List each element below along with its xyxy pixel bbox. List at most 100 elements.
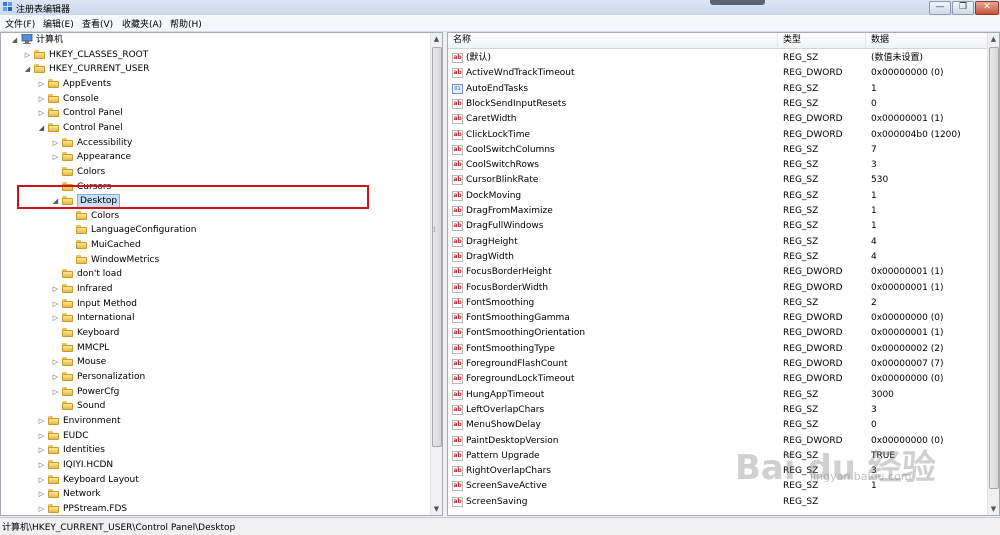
value-row[interactable]: ab RightOverlapChars REG_SZ 3 [448,464,989,479]
tree-scrollbar[interactable]: ▲ ▼ [430,33,442,515]
collapse-arrow-icon[interactable]: ◢ [23,62,32,76]
expand-arrow-icon[interactable]: ▷ [37,458,46,472]
value-row[interactable]: ab FontSmoothingType REG_DWORD 0x00000002 (… [448,342,989,357]
value-row[interactable]: ab ActiveWndTrackTimeout REG_DWORD 0x000000… [448,66,989,81]
expand-arrow-icon[interactable]: ▷ [51,311,60,325]
value-data: 1 [871,83,877,94]
value-row[interactable]: ab CoolSwitchRows REG_SZ 3 [448,158,989,173]
value-row[interactable]: ab FontSmoothingOrientation REG_DWORD 0x000… [448,326,989,341]
value-row[interactable]: ab ScreenSaveActive REG_SZ 1 [448,479,989,494]
tree-node-label: Colors [77,166,106,177]
expand-arrow-icon[interactable]: ▷ [37,414,46,428]
value-row[interactable]: ab (默认) REG_SZ (数值未设置) [448,51,989,66]
menu-view[interactable]: 查看(V) [82,17,113,30]
expand-arrow-icon[interactable]: ▷ [37,473,46,487]
value-data: (数值未设置) [871,53,924,63]
folder-icon [48,93,59,103]
scroll-up-arrow-icon[interactable]: ▲ [431,33,442,45]
value-type: REG_SZ [783,420,819,431]
column-type-header[interactable]: 类型 [778,33,866,48]
expand-arrow-icon[interactable]: ▷ [37,106,46,120]
folder-icon [48,489,59,499]
scroll-down-arrow-icon[interactable]: ▼ [431,503,442,515]
close-button[interactable]: ✕ [975,1,999,15]
value-row[interactable]: ab FontSmoothing REG_SZ 2 [448,296,989,311]
string-value-icon: ab [452,343,463,354]
value-row[interactable]: ab ClickLockTime REG_DWORD 0x000004b0 (1200… [448,128,989,143]
expand-arrow-icon[interactable]: ▷ [51,385,60,399]
collapse-arrow-icon[interactable]: ◢ [10,33,19,47]
expand-arrow-icon[interactable]: ▷ [37,77,46,91]
list-scroll-thumb[interactable] [989,47,999,489]
value-row[interactable]: ab FocusBorderHeight REG_DWORD 0x00000001 (… [448,265,989,280]
expand-arrow-icon[interactable]: ▷ [51,150,60,164]
minimize-button[interactable]: — [929,1,951,15]
value-row[interactable]: ab Pattern Upgrade REG_SZ TRUE [448,449,989,464]
value-row[interactable]: ab PaintDesktopVersion REG_DWORD 0x00000000… [448,434,989,449]
tree-node-label: Keyboard Layout [63,474,139,485]
folder-icon [48,445,59,455]
value-row[interactable]: ab ScreenSaving REG_SZ [448,495,989,510]
value-row[interactable]: ab BlockSendInputResets REG_SZ 0 [448,97,989,112]
expand-arrow-icon[interactable]: ▷ [37,443,46,457]
value-row[interactable]: ab DragHeight REG_SZ 4 [448,235,989,250]
expand-arrow-icon[interactable]: ▷ [51,297,60,311]
value-row[interactable]: ab MenuShowDelay REG_SZ 0 [448,418,989,433]
value-row[interactable]: ab DragFromMaximize REG_SZ 1 [448,204,989,219]
value-row[interactable]: ab CursorBlinkRate REG_SZ 530 [448,173,989,188]
value-row[interactable]: ab ForegroundLockTimeout REG_DWORD 0x000000… [448,372,989,387]
value-row[interactable]: ab FocusBorderWidth REG_DWORD 0x00000001 (1… [448,281,989,296]
tree-scroll-thumb[interactable] [432,47,442,447]
collapse-arrow-icon[interactable]: ◢ [37,121,46,135]
menu-help[interactable]: 帮助(H) [170,17,202,30]
expand-arrow-icon[interactable]: ▷ [51,370,60,384]
value-row[interactable]: ab LeftOverlapChars REG_SZ 3 [448,403,989,418]
expand-arrow-icon[interactable]: ▷ [37,487,46,501]
tree-node-label: Colors [91,210,120,221]
list-scrollbar[interactable]: ▲ ▼ [987,33,999,515]
pane-splitter[interactable]: ⁞ [433,225,436,234]
value-row[interactable]: ab DragWidth REG_SZ 4 [448,250,989,265]
menu-favorites[interactable]: 收藏夹(A) [122,17,162,30]
expand-arrow-icon[interactable]: ▷ [51,136,60,150]
value-row[interactable]: ab FontSmoothingGamma REG_DWORD 0x00000000 … [448,311,989,326]
list-header: 名称 类型 数据 [448,33,989,49]
value-row[interactable]: ab HungAppTimeout REG_SZ 3000 [448,388,989,403]
value-row[interactable]: ab ForegroundFlashCount REG_DWORD 0x0000000… [448,357,989,372]
value-data: 0 [871,420,877,431]
menu-bar: 文件(F) 编辑(E) 查看(V) 收藏夹(A) 帮助(H) [0,15,1000,32]
values-list[interactable]: 名称 类型 数据 ab (默认) REG_SZ (数值未设置) ab ActiveWndT… [447,32,1000,516]
value-type: REG_SZ [783,236,819,247]
tree-node-label: Environment [63,415,121,426]
expand-arrow-icon[interactable]: ▷ [23,48,32,62]
column-name-header[interactable]: 名称 [448,33,778,48]
value-row[interactable]: ab DockMoving REG_SZ 1 [448,189,989,204]
expand-arrow-icon[interactable]: ▷ [37,429,46,443]
value-row[interactable]: ab CoolSwitchColumns REG_SZ 7 [448,143,989,158]
menu-edit[interactable]: 编辑(E) [43,17,74,30]
tree-node-label: Infrared [77,284,113,295]
expand-arrow-icon[interactable]: ▷ [51,282,60,296]
value-row[interactable]: ab DragFullWindows REG_SZ 1 [448,219,989,234]
registry-tree[interactable]: ◢ 计算机 ▷ HKEY_CLASSES_ROOT ◢ HKEY_CURRENT_USER… [0,32,443,516]
expand-arrow-icon[interactable]: ▷ [51,355,60,369]
value-row[interactable]: 01 AutoEndTasks REG_SZ 1 [448,82,989,97]
value-type: REG_SZ [783,206,819,216]
tree-node-label: Accessibility [77,137,133,148]
tree-node-label: Control Panel [63,108,123,119]
expand-arrow-icon[interactable]: ▷ [37,92,46,106]
value-data: 0x00000001 (1) [871,114,944,125]
value-name: RightOverlapChars [466,466,551,477]
value-row[interactable]: ab CaretWidth REG_DWORD 0x00000001 (1) [448,112,989,127]
value-name: FocusBorderWidth [466,282,549,293]
menu-file[interactable]: 文件(F) [5,17,35,30]
tree-node-label: Network [63,489,101,500]
list-scroll-up-icon[interactable]: ▲ [988,33,999,45]
value-type: REG_SZ [783,251,819,262]
list-scroll-down-icon[interactable]: ▼ [988,503,999,515]
column-data-header[interactable]: 数据 [866,33,989,48]
expand-arrow-icon[interactable]: ▷ [37,502,46,515]
binary-value-icon: 01 [452,83,463,94]
maximize-button[interactable]: ❐ [952,1,974,15]
string-value-icon: ab [452,404,463,415]
